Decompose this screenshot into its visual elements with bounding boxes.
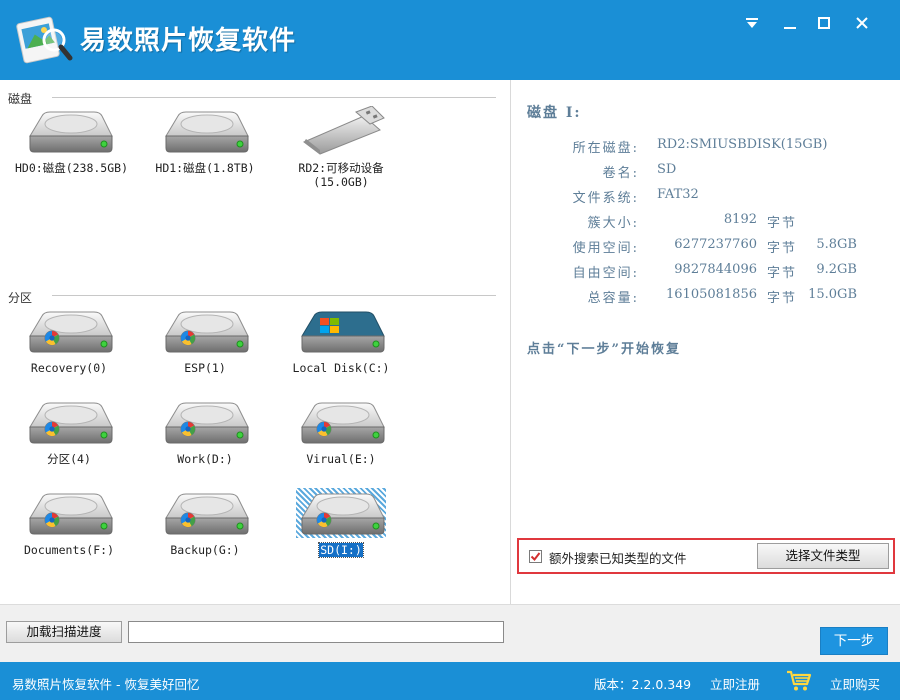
status-bar: 易数照片恢复软件 - 恢复美好回忆 版本：2.2.0.349 立即注册 立即购买 — [0, 662, 900, 700]
partition-label: Local Disk(C:) — [292, 361, 390, 375]
disk-rd2[interactable]: RD2:可移动设备 (15.0GB) — [286, 106, 396, 189]
disk-info-panel: 磁盘 I: 所在磁盘: RD2:SMIUSBDISK(15GB) 卷名: SD … — [510, 80, 900, 604]
extra-search-checkbox[interactable] — [529, 550, 542, 563]
partitions-section-label: 分区 — [8, 291, 33, 305]
minimize-icon[interactable] — [776, 10, 804, 36]
partition-work-d[interactable]: Work(D:) — [150, 397, 260, 477]
select-file-types-button[interactable]: 选择文件类型 — [757, 543, 889, 569]
info-human-size: 5.8GB — [816, 237, 857, 252]
menu-down-icon[interactable] — [738, 10, 766, 36]
partition-label: Recovery(0) — [30, 361, 108, 375]
partition-icon — [24, 306, 114, 356]
info-key: 文件系统: — [572, 191, 639, 206]
partition-label: Virual(E:) — [306, 452, 376, 466]
buy-now-link[interactable]: 立即购买 — [830, 674, 880, 693]
disk-label-line2: (15.0GB) — [313, 175, 369, 189]
info-value: RD2:SMIUSBDISK(15GB) — [657, 137, 828, 152]
disk-label: HD0:磁盘(238.5GB) — [15, 161, 129, 175]
partition-recovery[interactable]: Recovery(0) — [14, 306, 124, 386]
partition-icon — [24, 397, 114, 447]
partition-label: SD(I:) — [318, 542, 364, 558]
extra-search-label[interactable]: 额外搜索已知类型的文件 — [549, 548, 687, 567]
info-key: 所在磁盘: — [572, 141, 639, 156]
info-value: FAT32 — [657, 187, 699, 202]
info-key: 自由空间: — [572, 266, 639, 281]
close-icon[interactable] — [848, 10, 876, 36]
partition-documents-f[interactable]: Documents(F:) — [14, 488, 124, 568]
info-number: 8192 — [723, 212, 757, 227]
partition-icon — [160, 488, 250, 538]
maximize-icon[interactable] — [810, 10, 838, 36]
info-key: 簇大小: — [587, 216, 639, 231]
partition-sd-i[interactable]: SD(I:) — [286, 488, 396, 568]
info-human-size: 9.2GB — [816, 262, 857, 277]
info-row-filesystem: 文件系统: FAT32 — [511, 187, 900, 207]
disk-label: HD1:磁盘(1.8TB) — [155, 161, 255, 175]
app-slogan: 易数照片恢复软件 - 恢复美好回忆 — [12, 677, 200, 692]
title-bar: 易数照片恢复软件 — [0, 0, 900, 80]
partition-label: 分区(4) — [47, 452, 91, 466]
partition-icon — [160, 306, 250, 356]
disks-section-label: 磁盘 — [8, 92, 33, 106]
info-key: 卷名: — [602, 166, 639, 181]
hard-disk-icon — [24, 106, 114, 156]
partitions-divider — [52, 295, 496, 296]
windows-partition-icon — [296, 306, 386, 356]
info-value: SD — [657, 162, 677, 177]
version-text: 版本：2.2.0.349 — [594, 677, 692, 692]
next-step-hint: 点击“下一步”开始恢复 — [527, 342, 681, 357]
load-scan-progress-button[interactable]: 加载扫描进度 — [6, 621, 122, 643]
disk-label: RD2:可移动设备 (15.0GB) — [297, 161, 384, 189]
app-logo-icon — [16, 16, 73, 64]
next-step-button[interactable]: 下一步 — [820, 627, 888, 655]
info-number: 6277237760 — [674, 237, 757, 252]
partition-local-disk-c[interactable]: Local Disk(C:) — [286, 306, 396, 386]
disks-divider — [52, 97, 496, 98]
disk-label-line1: RD2:可移动设备 — [298, 161, 384, 175]
disk-info-title: 磁盘 I: — [527, 105, 582, 121]
info-number: 9827844096 — [674, 262, 757, 277]
partition-4[interactable]: 分区(4) — [14, 397, 124, 477]
drive-list-panel: 磁盘 HD0:磁盘(238.5GB) HD1:磁盘(1.8TB) RD2:可移动… — [0, 80, 510, 604]
info-human-size: 15.0GB — [808, 287, 857, 302]
extra-search-option-box: 额外搜索已知类型的文件 选择文件类型 — [517, 538, 895, 574]
usb-drive-icon — [296, 106, 386, 156]
partition-icon — [160, 397, 250, 447]
scan-progress-path-input[interactable] — [128, 621, 504, 643]
app-title: 易数照片恢复软件 — [80, 26, 297, 56]
partition-virual-e[interactable]: Virual(E:) — [286, 397, 396, 477]
info-row-total: 总容量: 16105081856 字节 15.0GB — [511, 287, 900, 307]
partition-label: Backup(G:) — [170, 543, 240, 557]
partition-esp[interactable]: ESP(1) — [150, 306, 260, 386]
partition-icon — [296, 488, 386, 538]
info-row-cluster: 簇大小: 8192 字节 — [511, 212, 900, 232]
info-unit: 字节 — [767, 216, 798, 231]
disk-hd0[interactable]: HD0:磁盘(238.5GB) — [14, 106, 128, 186]
info-row-free: 自由空间: 9827844096 字节 9.2GB — [511, 262, 900, 282]
checkmark-icon — [530, 552, 541, 562]
info-unit: 字节 — [767, 266, 798, 281]
info-number: 16105081856 — [666, 287, 757, 302]
info-row-owner: 所在磁盘: RD2:SMIUSBDISK(15GB) — [511, 137, 900, 157]
info-key: 总容量: — [587, 291, 639, 306]
partition-icon — [24, 488, 114, 538]
info-unit: 字节 — [767, 241, 798, 256]
info-row-volume: 卷名: SD — [511, 162, 900, 182]
info-key: 使用空间: — [572, 241, 639, 256]
partition-label: ESP(1) — [184, 361, 226, 375]
bottom-toolbar: 加载扫描进度 下一步 — [0, 604, 900, 662]
partition-label: Documents(F:) — [23, 543, 114, 557]
partition-label: Work(D:) — [177, 452, 233, 466]
partition-backup-g[interactable]: Backup(G:) — [150, 488, 260, 568]
shopping-cart-icon[interactable] — [786, 670, 812, 692]
info-row-used: 使用空间: 6277237760 字节 5.8GB — [511, 237, 900, 257]
disk-hd1[interactable]: HD1:磁盘(1.8TB) — [150, 106, 260, 186]
info-unit: 字节 — [767, 291, 798, 306]
partition-icon — [296, 397, 386, 447]
register-link[interactable]: 立即注册 — [710, 674, 760, 693]
hard-disk-icon — [160, 106, 250, 156]
